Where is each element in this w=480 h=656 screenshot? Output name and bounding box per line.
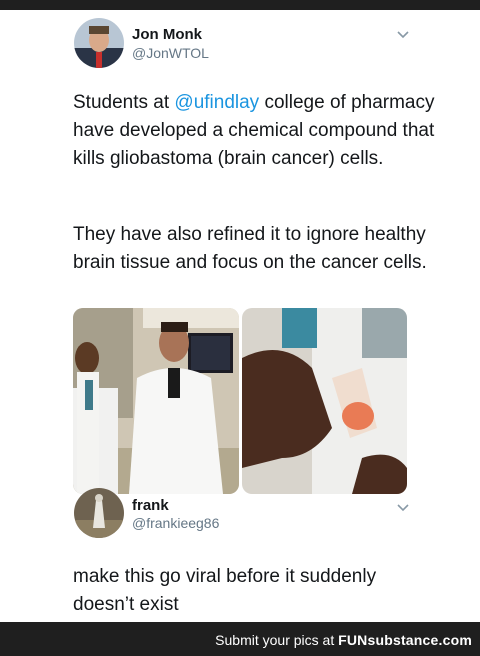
tweet-photo-2[interactable] (242, 308, 407, 494)
avatar-image (74, 18, 124, 68)
avatar[interactable] (74, 18, 124, 68)
author-name[interactable]: Jon Monk (132, 26, 202, 43)
footer-text: Submit your pics at FUNsubstance.com (215, 632, 472, 648)
author-handle[interactable]: @JonWTOL (132, 45, 209, 61)
reply-text: make this go viral before it suddenly do… (73, 566, 377, 615)
tweet-text-lead: Students at (73, 92, 175, 113)
lab-photo-vial (242, 308, 407, 494)
tweet-paragraph-1: Students at @ufindlay college of pharmac… (73, 89, 443, 173)
chevron-down-icon[interactable] (396, 503, 410, 513)
footer-brand[interactable]: FUNsubstance.com (338, 632, 472, 648)
watermark-footer: Submit your pics at FUNsubstance.com (0, 622, 480, 656)
reply-author-handle[interactable]: @frankieeg86 (132, 515, 219, 531)
mention-link[interactable]: @ufindlay (174, 92, 259, 113)
reply-avatar-image (74, 488, 124, 538)
reply-author-name[interactable]: frank (132, 497, 169, 514)
lab-photo-students (73, 308, 239, 494)
tweet-paragraph-2: They have also refined it to ignore heal… (73, 224, 427, 273)
tweet-photo-1[interactable] (73, 308, 239, 494)
reply-avatar[interactable] (74, 488, 124, 538)
top-border (0, 0, 480, 10)
chevron-down-icon[interactable] (396, 30, 410, 40)
footer-prefix: Submit your pics at (215, 632, 339, 648)
tweet-card: Jon Monk @JonWTOL Students at @ufindlay … (0, 10, 480, 622)
